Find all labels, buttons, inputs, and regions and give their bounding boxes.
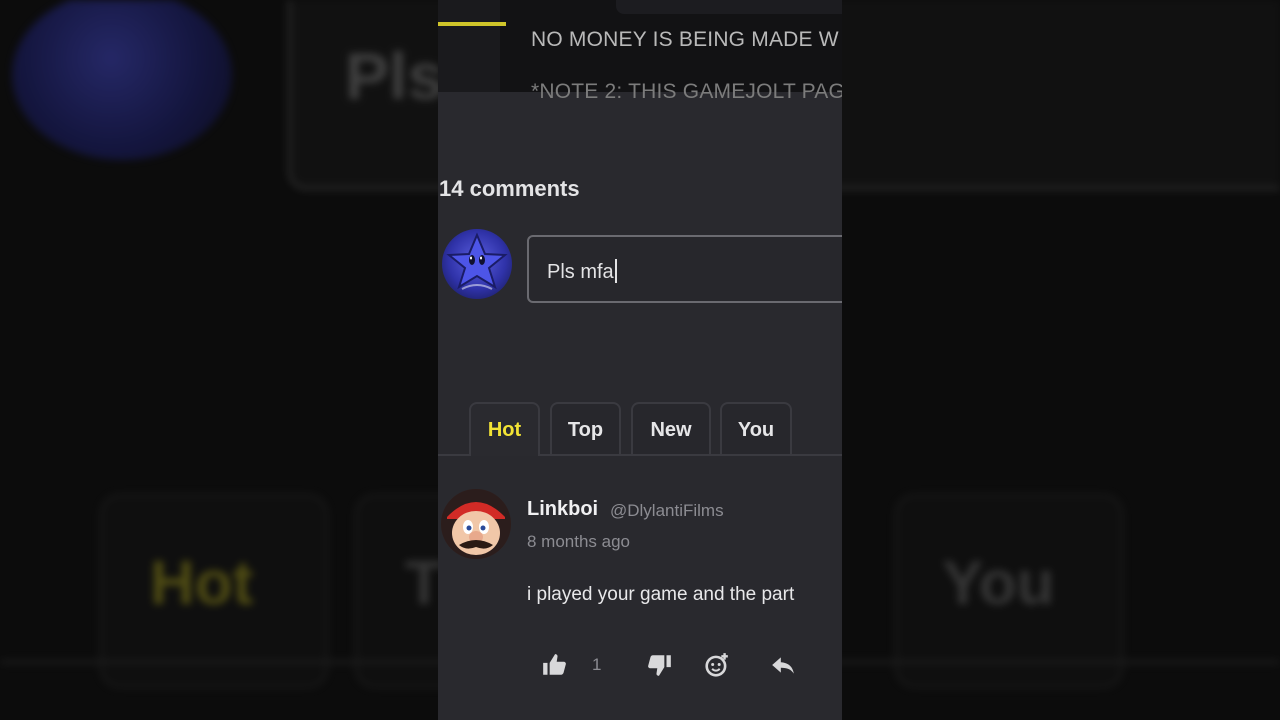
thumbs-up-icon [543,654,566,675]
comment-input[interactable]: Pls mfa [527,235,842,303]
tab-new[interactable]: New [631,402,711,454]
description-accent-bar [438,22,506,26]
comment-input-value[interactable]: Pls mfa [547,259,617,284]
dislike-button[interactable] [647,652,673,678]
reply-icon [772,657,794,674]
backdrop-tab-hot-label: Hot [150,549,254,618]
backdrop-avatar [12,0,232,160]
description-line-2: *NOTE 2: THIS GAMEJOLT PAG [531,80,842,103]
description-top-bar [616,0,842,14]
sticker-icon [705,653,728,677]
comment-count: 14 comments [439,176,580,201]
thumbs-down-icon [648,655,671,676]
text-caret [614,259,617,283]
backdrop-tab-you-label: You [942,549,1055,618]
comments-panel: NO MONEY IS BEING MADE W *NOTE 2: THIS G… [438,0,842,720]
reply-button[interactable] [770,652,796,678]
comment-author-name[interactable]: Linkboi [527,498,598,521]
tab-hot[interactable]: Hot [469,402,540,456]
like-count: 1 [592,655,602,674]
description-line-1: NO MONEY IS BEING MADE W [531,28,839,51]
comment-author-avatar[interactable] [441,489,511,559]
comment-body: i played your game and the part [527,584,795,605]
current-user-avatar[interactable] [442,229,512,299]
comment-author-handle[interactable]: @DlylantiFilms [610,501,724,521]
star-avatar-icon [446,232,508,290]
game-description: NO MONEY IS BEING MADE W *NOTE 2: THIS G… [438,0,842,103]
tab-you[interactable]: You [720,402,792,454]
tab-top[interactable]: Top [550,402,621,454]
mario-avatar-icon [441,489,511,559]
comment-timestamp[interactable]: 8 months ago [527,532,630,552]
like-button[interactable] [541,652,567,678]
sticker-button[interactable] [704,652,730,678]
description-sidebar [438,0,500,92]
backdrop-input-text: Pls [345,39,445,113]
